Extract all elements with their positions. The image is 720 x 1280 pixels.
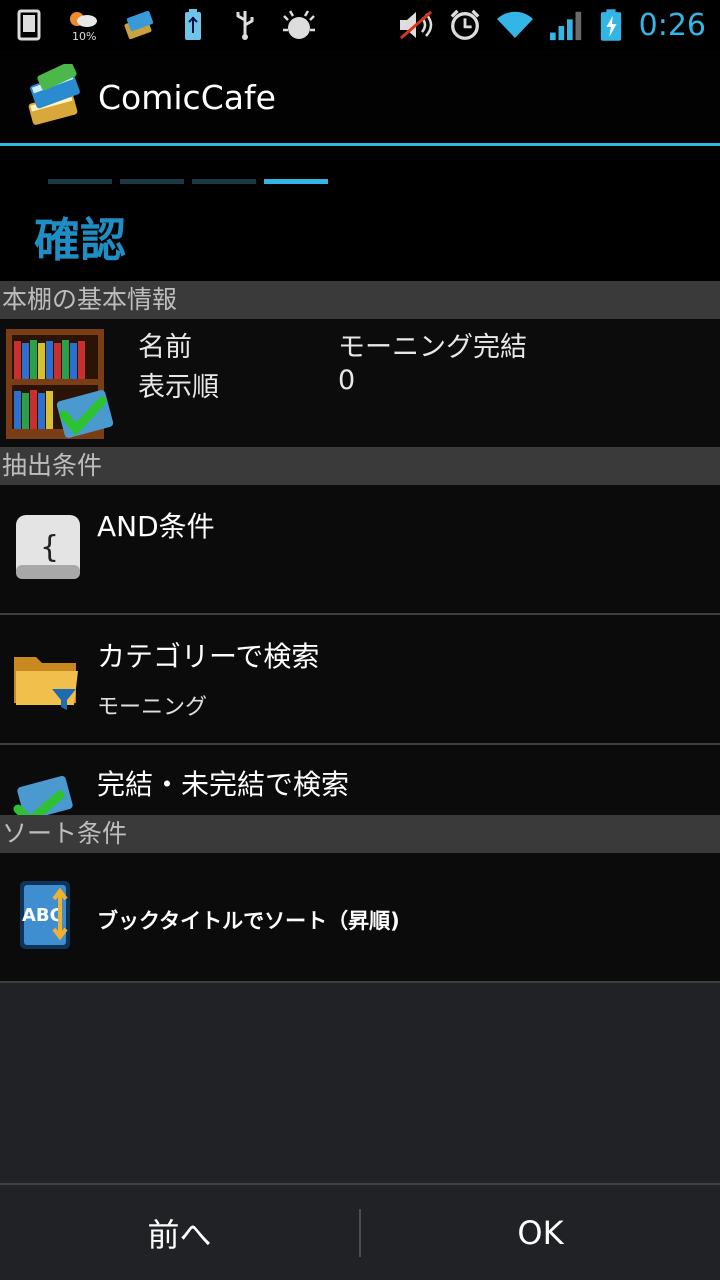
folder-filter-icon — [14, 657, 78, 710]
battery-charging-icon — [600, 9, 621, 41]
bookshelf-icon — [6, 329, 114, 439]
comiccafe-notify-icon — [124, 10, 154, 40]
shelf-name-value: モーニング完結 — [338, 332, 527, 363]
shelf-info-block: 名前 モーニング完結 表示順 0 — [0, 319, 720, 447]
app-logo-icon — [28, 64, 80, 125]
debug-icon — [283, 10, 315, 39]
svg-text:ABC: ABC — [22, 905, 63, 926]
wizard-step-2 — [120, 179, 184, 184]
shelf-order-label: 表示順 — [138, 372, 219, 403]
wizard-step-4 — [264, 179, 328, 184]
wizard-step-1 — [48, 179, 112, 184]
svg-text:10%: 10% — [72, 30, 96, 42]
page-title: 確認 — [34, 213, 126, 267]
section-header-filter: 抽出条件 — [0, 447, 720, 485]
alarm-icon — [450, 9, 480, 40]
shelf-name-label: 名前 — [138, 332, 192, 363]
weather-icon: 10% — [70, 12, 97, 42]
filter-item-complete[interactable]: 完結・未完結で検索 — [0, 745, 720, 815]
wizard-step-indicator — [48, 179, 328, 184]
filter-item-subtitle: モーニング — [97, 695, 208, 720]
back-button[interactable]: 前へ — [0, 1185, 359, 1280]
shelf-order-value: 0 — [338, 365, 356, 396]
sort-condition-label: ブックタイトルでソート（昇順) — [97, 909, 400, 933]
abc-sort-icon: ABC — [20, 881, 70, 949]
section-header-shelf-info: 本棚の基本情報 — [0, 281, 720, 319]
usb-icon — [236, 11, 254, 40]
wifi-icon — [496, 11, 533, 39]
clock-time: 0:26 — [638, 7, 706, 43]
filter-item-title: 完結・未完結で検索 — [97, 768, 350, 801]
status-bar: 10% 0:26 — [0, 0, 720, 50]
confirmation-content[interactable]: 本棚の基本情報 名前 モーニング完結 表示順 0 抽出条件 {AND条件 カテ… — [0, 281, 720, 1183]
ok-button[interactable]: OK — [361, 1185, 720, 1280]
mute-icon — [399, 10, 432, 40]
phone-icon — [17, 9, 41, 41]
action-bar: ComicCafe — [0, 50, 720, 143]
bottom-button-bar: 前へ OK — [0, 1183, 720, 1280]
braces-icon: { — [16, 515, 80, 579]
usb-battery-icon — [185, 9, 201, 40]
filter-item-title: カテゴリーで検索 — [97, 640, 320, 673]
svg-text:{: { — [40, 530, 59, 565]
book-check-icon — [13, 776, 73, 815]
signal-icon — [549, 11, 581, 41]
action-bar-divider — [0, 143, 720, 146]
section-header-sort: ソート条件 — [0, 815, 720, 853]
wizard-step-3 — [192, 179, 256, 184]
app-title: ComicCafe — [98, 78, 276, 117]
filter-item-and[interactable]: { AND条件 — [0, 485, 720, 613]
list-divider — [0, 981, 720, 983]
filter-item-category[interactable]: カテゴリーで検索 モーニング — [0, 615, 720, 743]
filter-item-title: AND条件 — [97, 510, 215, 543]
sort-item-title[interactable]: ABC ブックタイトルでソート（昇順) — [0, 853, 720, 981]
